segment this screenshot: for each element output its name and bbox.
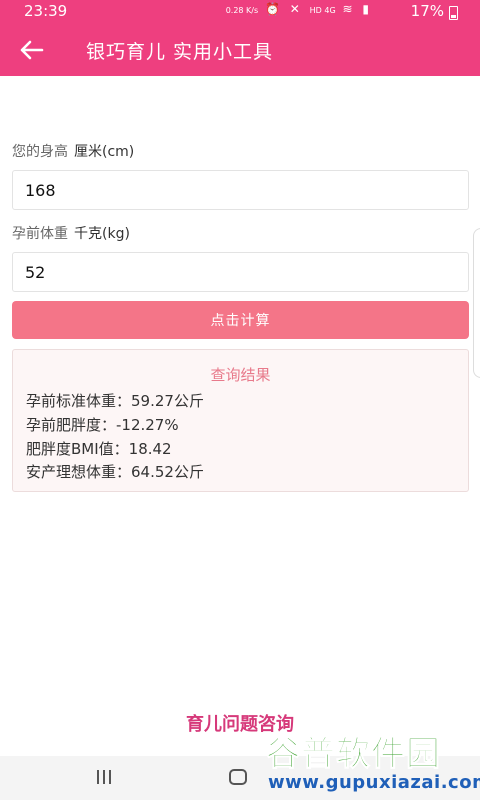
- result-title: 查询结果: [210, 366, 271, 384]
- calculate-button[interactable]: 点击计算: [12, 301, 469, 339]
- watermark-title: 谷普软件园: [266, 734, 441, 775]
- result-bmi: 肥胖度BMI值：18.42: [26, 440, 172, 458]
- battery-level: 17%: [410, 2, 444, 20]
- height-label-text: 您的身高: [12, 144, 68, 160]
- status-time: 23:39: [24, 2, 68, 20]
- weight-unit: 千克(kg): [74, 226, 130, 242]
- alarm-icon: ⏰: [264, 2, 283, 16]
- signal-icon: ▮: [362, 2, 372, 16]
- result-card: 查询结果 孕前标准体重：59.27公斤 孕前肥胖度：-12.27% 肥胖度BMI…: [12, 349, 469, 492]
- status-bar: 23:39 0.28 K/s ⏰ ✕ HD 4G ≋ ▮ 17%: [0, 0, 480, 24]
- page-title: 银巧育儿 实用小工具: [86, 41, 274, 63]
- watermark-logo: 谷普软件园 www.gupuxiazai.com: [262, 722, 480, 800]
- height-unit: 厘米(cm): [74, 144, 135, 160]
- network-indicator: HD 4G: [309, 6, 336, 15]
- watermark-url: www.gupuxiazai.com: [268, 772, 480, 793]
- height-input[interactable]: [12, 170, 469, 210]
- arrow-left-icon: [20, 40, 44, 60]
- vibrate-icon: ✕: [289, 2, 303, 16]
- battery-icon: [449, 6, 458, 20]
- status-icons: 0.28 K/s ⏰ ✕ HD 4G ≋ ▮: [226, 2, 372, 16]
- height-label: 您的身高 厘米(cm): [12, 141, 134, 161]
- result-obesity-degree: 孕前肥胖度：-12.27%: [26, 416, 179, 434]
- weight-label-text: 孕前体重: [12, 226, 68, 242]
- recent-apps-icon[interactable]: [96, 770, 114, 784]
- net-speed: 0.28 K/s: [225, 6, 259, 15]
- result-ideal-weight: 安产理想体重：64.52公斤: [26, 463, 204, 481]
- scrollbar[interactable]: [473, 228, 480, 378]
- back-button[interactable]: [14, 34, 52, 66]
- wifi-icon: ≋: [342, 2, 356, 16]
- app-bar: 银巧育儿 实用小工具: [0, 24, 480, 76]
- result-standard-weight: 孕前标准体重：59.27公斤: [26, 392, 204, 410]
- weight-label: 孕前体重 千克(kg): [12, 223, 130, 243]
- home-icon[interactable]: [229, 769, 247, 785]
- weight-input[interactable]: [12, 252, 469, 292]
